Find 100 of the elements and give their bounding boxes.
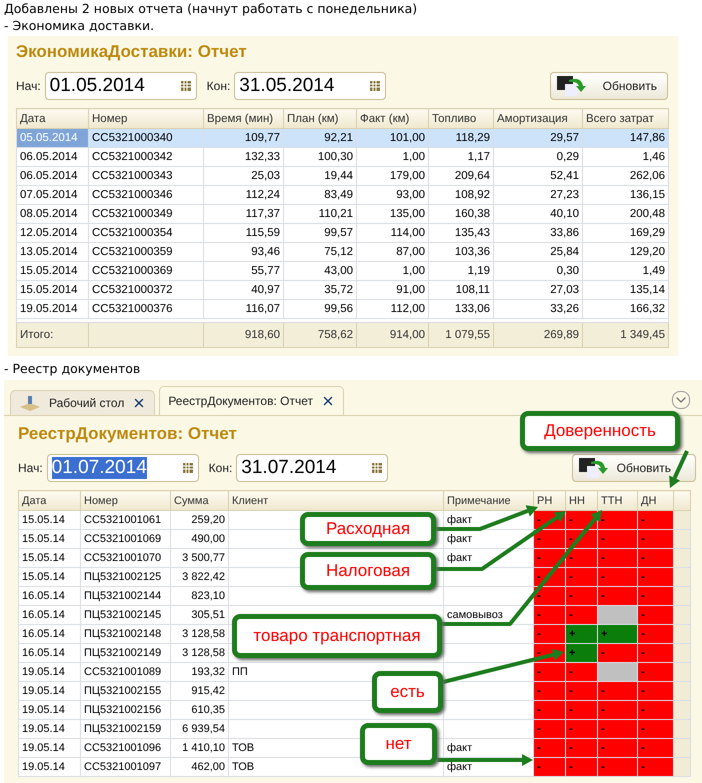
table-cell: ПЦ5321002144 xyxy=(80,586,170,606)
status-cell: - xyxy=(598,644,638,662)
column-header[interactable]: РН xyxy=(534,490,566,510)
column-header[interactable]: Клиент xyxy=(228,490,444,510)
close-icon[interactable] xyxy=(321,394,335,408)
table-cell: 490,00 xyxy=(170,530,228,548)
status-cell: - xyxy=(638,738,674,758)
date-field[interactable]: 31.07.2014 xyxy=(236,454,388,482)
refresh-button[interactable]: Обновить xyxy=(572,454,696,482)
table-cell: ПЦ5321002156 xyxy=(80,700,170,720)
column-header[interactable]: Всего затрат xyxy=(582,108,668,128)
status-cell: - xyxy=(566,568,598,586)
refresh-button[interactable]: Обновить xyxy=(550,72,668,100)
note-text: - Реестр документов xyxy=(3,360,142,377)
table-cell: 15.05.14 xyxy=(18,568,80,586)
calendar-icon[interactable] xyxy=(369,80,382,92)
tab[interactable]: Рабочий стол xyxy=(10,390,156,415)
callout: есть xyxy=(372,671,443,713)
total-cell: 269,89 xyxy=(494,322,582,348)
status-cell: + xyxy=(566,624,598,644)
column-header[interactable]: ДН xyxy=(638,490,674,510)
status-cell: - xyxy=(638,624,674,644)
status-cell: - xyxy=(566,758,598,776)
table-cell: 823,10 xyxy=(170,586,228,606)
status-cell: - xyxy=(638,510,674,530)
table-cell: 3 500,77 xyxy=(170,548,228,568)
field-label: Нач: xyxy=(16,79,41,93)
status-cell: - xyxy=(566,738,598,758)
column-header[interactable]: Номер xyxy=(88,108,204,128)
table-cell: 16.05.14 xyxy=(18,606,80,624)
status-cell: - xyxy=(534,662,566,682)
field-label: Кон: xyxy=(208,461,232,475)
table-cell: 15.05.14 xyxy=(18,548,80,568)
table-cell: 19.05.14 xyxy=(18,758,80,776)
status-cell: - xyxy=(534,700,566,720)
table-cell: 16.05.14 xyxy=(18,644,80,662)
table-cell: 166,32 xyxy=(582,300,668,318)
table-cell: 305,51 xyxy=(170,606,228,624)
callout: Расходная xyxy=(300,512,436,546)
status-cell: - xyxy=(534,606,566,624)
table-cell: 19.05.2014 xyxy=(16,300,88,318)
table-cell: СС5321001069 xyxy=(80,530,170,548)
column-header[interactable]: Примечание xyxy=(444,490,534,510)
status-cell: - xyxy=(598,682,638,700)
table-cell: 3 822,42 xyxy=(170,568,228,586)
callout: нет xyxy=(360,723,437,765)
field-label: Нач: xyxy=(18,461,43,475)
column-header[interactable]: ТТН xyxy=(598,490,638,510)
status-cell: - xyxy=(566,720,598,738)
tab[interactable]: РеестрДокументов: Отчет xyxy=(159,386,344,415)
column-header[interactable]: Амортизация xyxy=(494,108,582,128)
note-text: Добавлены 2 новых отчета (начнут работать с понедельника) xyxy=(3,0,418,17)
column-header[interactable]: Дата xyxy=(18,490,80,510)
table-cell: ПЦ5321002145 xyxy=(80,606,170,624)
table-cell: факт xyxy=(444,530,534,548)
column-header[interactable]: Номер xyxy=(80,490,170,510)
status-cell: - xyxy=(638,700,674,720)
column-header[interactable]: Сумма xyxy=(170,490,228,510)
status-cell: - xyxy=(566,606,598,624)
arrow xyxy=(669,450,689,488)
table-cell: 6 939,54 xyxy=(170,720,228,738)
calendar-icon[interactable] xyxy=(371,462,384,474)
column-header[interactable]: Факт (км) xyxy=(356,108,428,128)
table-cell: ПЦ5321002149 xyxy=(80,644,170,662)
status-cell: - xyxy=(534,720,566,738)
total-cell: 1 079,55 xyxy=(428,322,494,348)
table-cell: 15.05.14 xyxy=(18,510,80,530)
date-field[interactable]: 31.05.2014 xyxy=(234,72,386,100)
column-header[interactable]: Топливо xyxy=(428,108,494,128)
table-cell: 16.05.14 xyxy=(18,624,80,644)
total-label: Итого: xyxy=(16,322,88,348)
column-header[interactable]: Время (мин) xyxy=(204,108,284,128)
calendar-icon[interactable] xyxy=(182,462,194,474)
column-header[interactable]: План (км) xyxy=(284,108,356,128)
table-cell: ПЦ5321002155 xyxy=(80,682,170,700)
status-cell: - xyxy=(638,720,674,738)
field-label: Кон: xyxy=(206,79,230,93)
table-cell: 99,56 xyxy=(284,300,356,318)
status-cell: - xyxy=(534,738,566,758)
table-cell: СС5321001089 xyxy=(80,662,170,682)
report-title: ЭкономикаДоставки: Отчет xyxy=(16,42,247,62)
date-field[interactable]: 01.05.2014 xyxy=(44,72,197,100)
column-header[interactable]: Дата xyxy=(16,108,88,128)
status-cell: - xyxy=(566,700,598,720)
table-cell: 3 128,58 xyxy=(170,644,228,662)
total-cell: 1 349,45 xyxy=(582,322,668,348)
date-field[interactable]: 01.07.2014 xyxy=(46,454,199,482)
status-cell: - xyxy=(638,568,674,586)
table-cell: 33,26 xyxy=(494,300,582,318)
total-cell: 758,62 xyxy=(284,322,356,348)
desk-icon xyxy=(19,394,41,412)
refresh-icon xyxy=(554,74,589,98)
dropdown-icon[interactable] xyxy=(672,391,690,409)
table-cell: 05.05.2014 xyxy=(16,128,88,148)
table-cell: 610,35 xyxy=(170,700,228,720)
column-header[interactable]: НН xyxy=(566,490,598,510)
table-cell: 112,00 xyxy=(356,300,428,318)
status-cell: - xyxy=(638,586,674,606)
total-cell: 914,00 xyxy=(356,322,428,348)
calendar-icon[interactable] xyxy=(180,80,192,92)
